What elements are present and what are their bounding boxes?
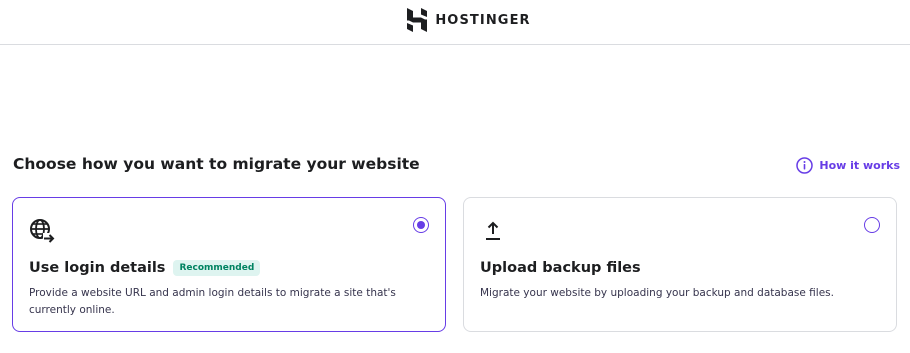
- card-title-row: Upload backup files: [480, 260, 641, 276]
- how-it-works-label: How it works: [819, 159, 900, 172]
- upload-arrow-icon: [486, 221, 500, 240]
- info-circle-icon: [796, 157, 814, 174]
- how-it-works-link[interactable]: How it works: [796, 157, 900, 174]
- option-description: Provide a website URL and admin login de…: [29, 287, 396, 316]
- card-title-row: Use login details Recommended: [29, 260, 261, 276]
- option-title: Use login details: [29, 260, 166, 276]
- globe-arrow-icon: [30, 219, 55, 244]
- option-description: Migrate your website by uploading your b…: [480, 287, 834, 299]
- brand-logo[interactable]: HOSTINGER: [407, 8, 530, 32]
- page-title: Choose how you want to migrate your webs…: [13, 155, 420, 173]
- top-header: HOSTINGER: [0, 0, 910, 45]
- radio-upload-backup[interactable]: [864, 217, 880, 233]
- hostinger-logo-icon: [407, 8, 428, 32]
- radio-selected-dot: [417, 221, 425, 229]
- option-title: Upload backup files: [480, 260, 641, 276]
- radio-login-details[interactable]: [413, 217, 429, 233]
- recommended-badge: Recommended: [173, 260, 261, 276]
- brand-name: HOSTINGER: [435, 12, 531, 28]
- option-card-login-details[interactable]: Use login details Recommended Provide a …: [12, 197, 446, 332]
- option-card-upload-backup[interactable]: Upload backup files Migrate your website…: [463, 197, 897, 332]
